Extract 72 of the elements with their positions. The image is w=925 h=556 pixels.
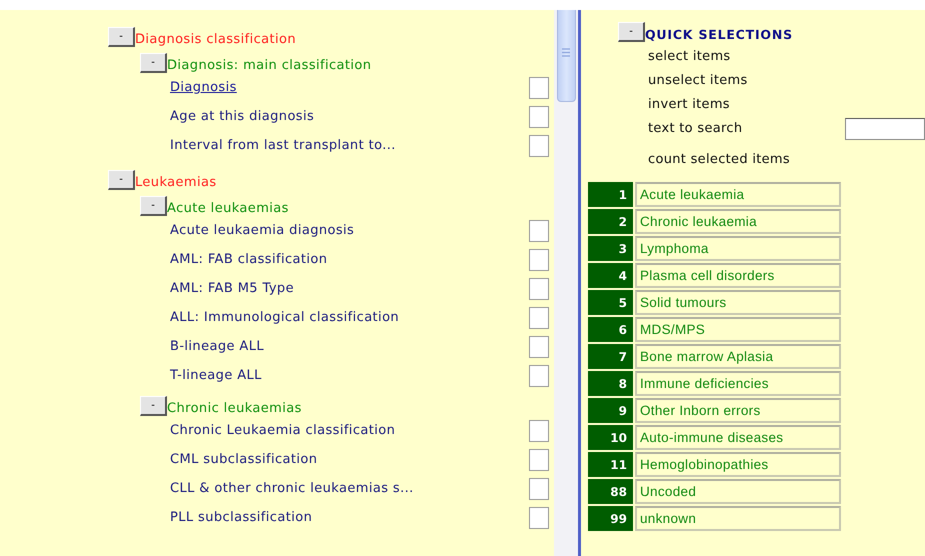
checkbox[interactable] xyxy=(529,364,549,386)
collapse-button[interactable]: - xyxy=(108,170,135,190)
category-code: 10 xyxy=(588,425,633,450)
checkbox[interactable] xyxy=(529,306,549,328)
category-item[interactable]: Bone marrow Aplasia xyxy=(635,344,841,369)
category-item[interactable]: Other Inborn errors xyxy=(635,398,841,423)
search-label: text to search xyxy=(648,121,744,136)
category-item[interactable]: Uncoded xyxy=(635,479,841,504)
checkbox[interactable] xyxy=(529,278,549,300)
category-code: 3 xyxy=(588,236,633,261)
category-code: 9 xyxy=(588,398,633,423)
field-label[interactable]: CLL & other chronic leukaemias s... xyxy=(170,481,529,496)
collapse-button[interactable]: - xyxy=(108,27,135,47)
group-label: Acute leukaemias xyxy=(167,201,289,216)
category-code: 6 xyxy=(588,317,633,342)
checkbox[interactable] xyxy=(529,420,549,442)
group-label: Chronic leukaemias xyxy=(167,401,302,416)
category-item[interactable]: Hemoglobinopathies xyxy=(635,452,841,477)
field-label[interactable]: Acute leukaemia diagnosis xyxy=(170,223,529,238)
category-item[interactable]: unknown xyxy=(635,506,841,531)
field-label[interactable]: AML: FAB classification xyxy=(170,252,529,267)
group-label: Diagnosis classification xyxy=(135,32,296,47)
checkbox[interactable] xyxy=(529,76,549,98)
field-label[interactable]: AML: FAB M5 Type xyxy=(170,281,529,296)
category-code: 2 xyxy=(588,209,633,234)
category-item[interactable]: Auto-immune diseases xyxy=(635,425,841,450)
category-item[interactable]: Lymphoma xyxy=(635,236,841,261)
category-code: 7 xyxy=(588,344,633,369)
group-label: Diagnosis: main classification xyxy=(167,58,372,73)
category-code: 1 xyxy=(588,182,633,207)
category-code: 99 xyxy=(588,506,633,531)
group-label: Leukaemias xyxy=(135,175,217,190)
checkbox[interactable] xyxy=(529,134,549,156)
action-link[interactable]: select items xyxy=(648,44,925,68)
grip-icon xyxy=(562,48,570,57)
category-code: 8 xyxy=(588,371,633,396)
checkbox[interactable] xyxy=(529,248,549,270)
action-link[interactable]: count selected items xyxy=(648,141,925,177)
category-item[interactable]: Chronic leukaemia xyxy=(635,209,841,234)
category-item[interactable]: Solid tumours xyxy=(635,290,841,315)
field-label[interactable]: ALL: Immunological classification xyxy=(170,310,529,325)
checkbox[interactable] xyxy=(529,220,549,242)
collapse-button[interactable]: - xyxy=(140,53,167,73)
search-field[interactable] xyxy=(845,118,925,140)
checkbox[interactable] xyxy=(529,106,549,128)
field-label[interactable]: B-lineage ALL xyxy=(170,339,529,354)
checkbox[interactable] xyxy=(529,506,549,528)
category-item[interactable]: MDS/MPS xyxy=(635,317,841,342)
collapse-button[interactable]: - xyxy=(618,22,645,42)
checkbox[interactable] xyxy=(529,448,549,470)
field-label[interactable]: Age at this diagnosis xyxy=(170,109,529,124)
category-code: 11 xyxy=(588,452,633,477)
field-label[interactable]: CML subclassification xyxy=(170,452,529,467)
category-item[interactable]: Immune deficiencies xyxy=(635,371,841,396)
field-label[interactable]: PLL subclassification xyxy=(170,510,529,525)
collapse-button[interactable]: - xyxy=(140,396,167,416)
action-link[interactable]: unselect items xyxy=(648,68,925,92)
checkbox[interactable] xyxy=(529,478,549,500)
category-code: 4 xyxy=(588,263,633,288)
field-label[interactable]: Interval from last transplant to... xyxy=(170,138,529,153)
category-code: 88 xyxy=(588,479,633,504)
category-item[interactable]: Plasma cell disorders xyxy=(635,263,841,288)
collapse-button[interactable]: - xyxy=(140,196,167,216)
field-link[interactable]: Diagnosis xyxy=(170,80,529,95)
scrollbar-thumb[interactable] xyxy=(556,10,576,102)
category-code: 5 xyxy=(588,290,633,315)
field-label[interactable]: T-lineage ALL xyxy=(170,368,529,383)
checkbox[interactable] xyxy=(529,336,549,358)
section-title: QUICK SELECTIONS xyxy=(645,27,793,42)
action-link[interactable]: invert items xyxy=(648,92,925,116)
field-label[interactable]: Chronic Leukaemia classification xyxy=(170,423,529,438)
category-item[interactable]: Acute leukaemia xyxy=(635,182,841,207)
